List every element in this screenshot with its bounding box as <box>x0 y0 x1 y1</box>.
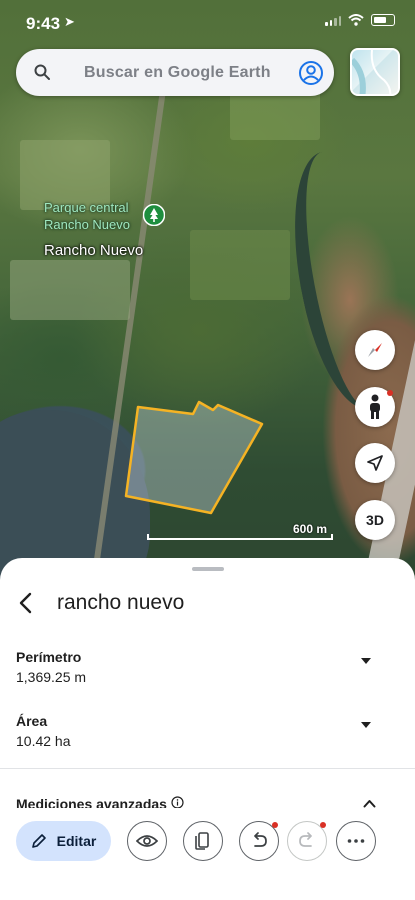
notification-dot <box>387 390 393 396</box>
undo-icon <box>254 832 267 847</box>
more-options-button[interactable] <box>336 821 376 861</box>
edit-button-label: Editar <box>56 833 97 849</box>
status-bar: 9:43 ➤ <box>0 0 415 46</box>
chevron-up-icon[interactable] <box>363 799 376 808</box>
notification-dot <box>320 822 326 828</box>
notification-dot <box>272 822 278 828</box>
measurement-label: Área <box>16 713 48 729</box>
more-horizontal-icon <box>347 839 365 843</box>
park-pin-icon[interactable] <box>143 204 165 226</box>
dropdown-arrow-icon[interactable] <box>360 721 372 729</box>
cellular-signal-icon <box>325 15 341 26</box>
measurement-value: 1,369.25 m <box>16 669 87 685</box>
my-location-button[interactable] <box>355 443 395 483</box>
town-label: Rancho Nuevo <box>44 242 144 259</box>
wifi-icon <box>348 14 364 26</box>
search-input[interactable]: Buscar en Google Earth <box>84 64 271 82</box>
battery-icon <box>371 14 395 26</box>
search-bar[interactable]: Buscar en Google Earth <box>16 49 334 96</box>
status-icons <box>325 14 395 26</box>
dropdown-arrow-icon[interactable] <box>360 657 372 665</box>
sheet-drag-handle[interactable] <box>192 567 224 571</box>
measurement-label: Perímetro <box>16 649 82 665</box>
pegman-icon <box>370 394 380 419</box>
map-scale: 600 m <box>147 522 333 540</box>
copy-button[interactable] <box>183 821 223 861</box>
sheet-title: rancho nuevo <box>57 591 185 614</box>
three-d-button[interactable]: 3D <box>355 500 395 540</box>
eye-icon <box>136 835 158 847</box>
search-icon <box>34 64 50 80</box>
poi-label[interactable]: Parque central Rancho Nuevo <box>44 199 144 233</box>
location-arrow-icon: ➤ <box>64 14 75 29</box>
map-layers-button[interactable] <box>350 48 400 96</box>
measurement-value: 10.42 ha <box>16 733 71 749</box>
map-thumbnail-icon <box>352 50 392 94</box>
measurement-row-perimeter[interactable]: Perímetro 1,369.25 m <box>0 649 415 699</box>
chevron-left-icon <box>19 592 32 614</box>
compass-button[interactable] <box>355 330 395 370</box>
edit-button[interactable]: Editar <box>16 821 111 861</box>
scale-bar <box>147 534 333 540</box>
divider <box>0 768 415 769</box>
bottom-sheet: rancho nuevo Perímetro 1,369.25 m Área 1… <box>0 558 415 900</box>
back-button[interactable] <box>12 588 38 618</box>
measurement-row-area[interactable]: Área 10.42 ha <box>0 713 415 763</box>
redo-button[interactable] <box>287 821 327 861</box>
street-view-button[interactable] <box>355 387 395 427</box>
navigation-arrow-icon <box>367 455 383 471</box>
bottom-toolbar: Editar <box>0 808 415 874</box>
visibility-button[interactable] <box>127 821 167 861</box>
pencil-icon <box>31 834 46 848</box>
compass-icon <box>368 343 382 357</box>
redo-icon <box>299 832 312 847</box>
undo-button[interactable] <box>239 821 279 861</box>
copy-icon <box>195 832 209 850</box>
account-icon[interactable] <box>298 60 324 86</box>
status-time: 9:43 <box>26 14 61 33</box>
